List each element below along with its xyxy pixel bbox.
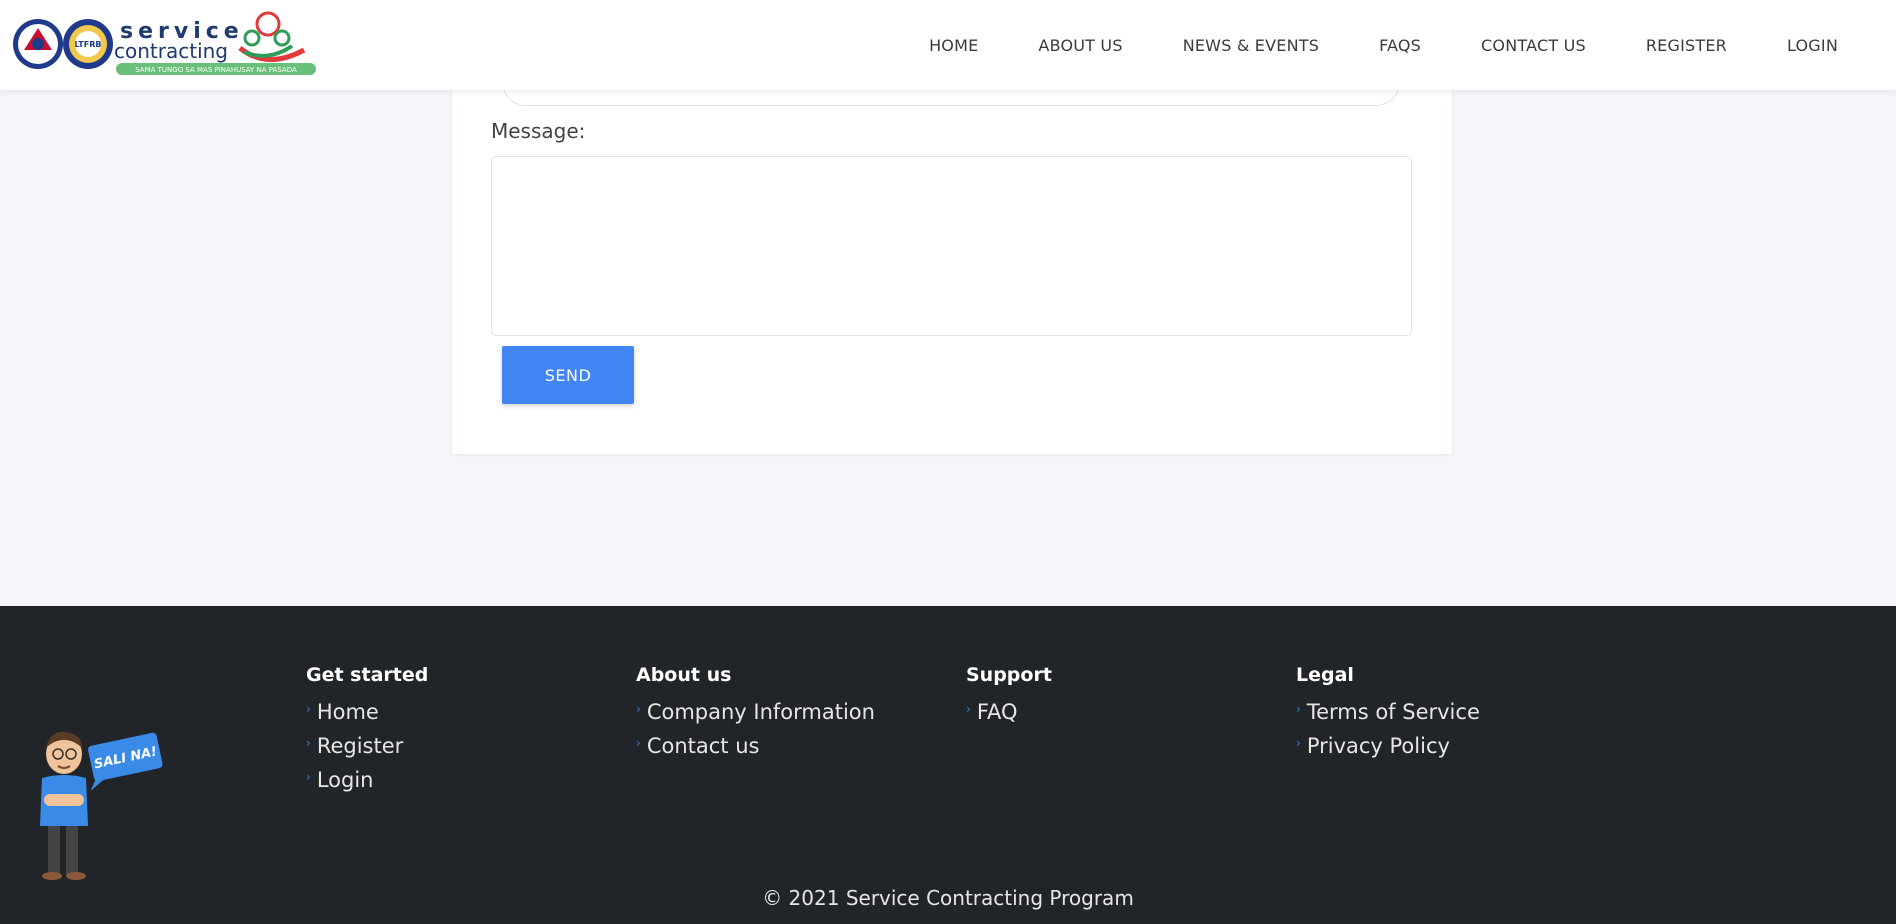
chevron-right-icon: › xyxy=(966,702,971,716)
footer-link-faq[interactable]: › FAQ xyxy=(966,700,1052,734)
nav-about-us[interactable]: ABOUT US xyxy=(1008,36,1152,55)
ltfrb-text: LTFRB xyxy=(75,40,102,49)
service-contracting-logo[interactable]: LTFRB service contracting SAMA TUNGO SA … xyxy=(12,10,320,78)
footer-col-title: Support xyxy=(966,664,1052,686)
chevron-right-icon: › xyxy=(636,736,641,750)
chevron-right-icon: › xyxy=(1296,702,1301,716)
nav-contact-us[interactable]: CONTACT US xyxy=(1451,36,1616,55)
footer-link-terms-of-service[interactable]: › Terms of Service xyxy=(1296,700,1480,734)
footer-link-contact-us[interactable]: › Contact us xyxy=(636,734,875,768)
chevron-right-icon: › xyxy=(306,702,311,716)
footer-col-legal: Legal › Terms of Service › Privacy Policy xyxy=(1296,664,1480,768)
footer-link-login[interactable]: › Login xyxy=(306,768,428,802)
footer-col-get-started: Get started › Home › Register › Login xyxy=(306,664,428,802)
svg-text:contracting: contracting xyxy=(114,39,228,63)
svg-text:SAMA TUNGO SA MAS PINAHUSAY NA: SAMA TUNGO SA MAS PINAHUSAY NA PASADA xyxy=(135,66,297,74)
footer-col-support: Support › FAQ xyxy=(966,664,1052,734)
nav-register[interactable]: REGISTER xyxy=(1616,36,1757,55)
chevron-right-icon: › xyxy=(306,736,311,750)
mascot-image: SALI NA! xyxy=(40,731,163,880)
chevron-right-icon: › xyxy=(1296,736,1301,750)
send-button[interactable]: SEND xyxy=(502,346,634,404)
footer-col-about-us: About us › Company Information › Contact u… xyxy=(636,664,875,768)
footer-link-register[interactable]: › Register xyxy=(306,734,428,768)
footer-link-privacy-policy[interactable]: › Privacy Policy xyxy=(1296,734,1480,768)
copyright-text: © 2021 Service Contracting Program xyxy=(762,886,1134,910)
footer-col-title: Legal xyxy=(1296,664,1354,686)
message-label: Message: xyxy=(491,119,586,143)
chevron-right-icon: › xyxy=(636,702,641,716)
nav-home[interactable]: HOME xyxy=(899,36,1008,55)
footer-link-company-information[interactable]: › Company Information xyxy=(636,700,875,734)
footer-link-home[interactable]: › Home xyxy=(306,700,428,734)
main-nav: HOME ABOUT US NEWS & EVENTS FAQS CONTACT… xyxy=(899,0,1896,90)
message-textarea[interactable] xyxy=(491,156,1412,336)
site-header: LTFRB service contracting SAMA TUNGO SA … xyxy=(0,0,1896,90)
site-footer: SALI NA! Get started › Home › Register › Lo… xyxy=(0,606,1896,924)
nav-faqs[interactable]: FAQS xyxy=(1349,36,1451,55)
nav-news-events[interactable]: NEWS & EVENTS xyxy=(1153,36,1349,55)
nav-login[interactable]: LOGIN xyxy=(1757,36,1896,55)
chevron-right-icon: › xyxy=(306,770,311,784)
footer-col-title: Get started xyxy=(306,664,429,686)
footer-col-title: About us xyxy=(636,664,732,686)
